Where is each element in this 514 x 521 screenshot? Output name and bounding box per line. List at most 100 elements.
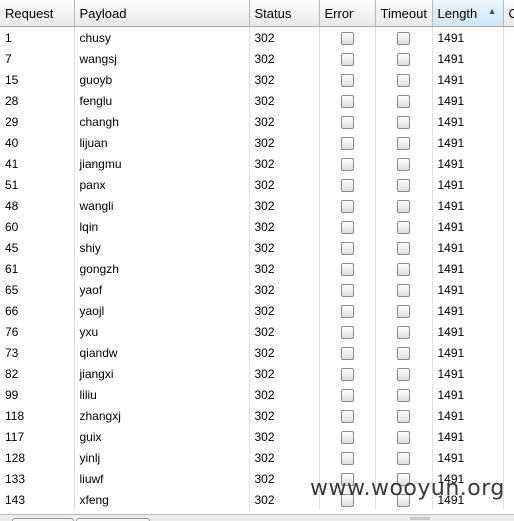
- error-checkbox[interactable]: [340, 52, 354, 66]
- timeout-checkbox[interactable]: [397, 451, 410, 465]
- timeout-checkbox[interactable]: [397, 283, 410, 297]
- length-cell: 1491: [432, 216, 504, 237]
- payload-cell: wangli: [74, 195, 250, 216]
- column-header-timeout[interactable]: Timeout: [375, 0, 433, 27]
- table-row[interactable]: 128 yinlj 302 1491: [0, 447, 514, 468]
- error-checkbox[interactable]: [340, 409, 354, 423]
- error-checkbox[interactable]: [340, 346, 354, 360]
- timeout-cell: [375, 237, 433, 258]
- timeout-checkbox[interactable]: [397, 73, 410, 87]
- timeout-checkbox[interactable]: [397, 52, 410, 66]
- timeout-checkbox[interactable]: [397, 136, 410, 150]
- timeout-checkbox[interactable]: [397, 199, 410, 213]
- error-checkbox[interactable]: [340, 220, 354, 234]
- error-checkbox[interactable]: [340, 178, 354, 192]
- timeout-checkbox[interactable]: [397, 346, 410, 360]
- comment-cell: [503, 48, 514, 69]
- status-cell: 302: [249, 258, 320, 279]
- comment-cell: [503, 216, 514, 237]
- request-cell: 143: [0, 489, 75, 510]
- timeout-checkbox[interactable]: [397, 115, 410, 129]
- table-row[interactable]: 82 jiangxi 302 1491: [0, 363, 514, 384]
- status-cell: 302: [249, 111, 320, 132]
- error-checkbox[interactable]: [340, 430, 354, 444]
- error-checkbox[interactable]: [340, 136, 354, 150]
- timeout-cell: [375, 69, 433, 90]
- table-row[interactable]: 65 yaof 302 1491: [0, 279, 514, 300]
- horizontal-scrollbar-thumb[interactable]: [410, 517, 430, 520]
- table-row[interactable]: 15 guoyb 302 1491: [0, 69, 514, 90]
- table-row[interactable]: 1 chusy 302 1491: [0, 26, 514, 48]
- table-row[interactable]: 51 panx 302 1491: [0, 174, 514, 195]
- table-row[interactable]: 99 liliu 302 1491: [0, 384, 514, 405]
- table-row[interactable]: 60 lqin 302 1491: [0, 216, 514, 237]
- error-checkbox[interactable]: [340, 94, 354, 108]
- table-row[interactable]: 29 changh 302 1491: [0, 111, 514, 132]
- timeout-checkbox[interactable]: [397, 367, 410, 381]
- error-checkbox[interactable]: [340, 283, 354, 297]
- request-cell: 7: [0, 48, 75, 69]
- error-checkbox[interactable]: [340, 304, 354, 318]
- error-checkbox[interactable]: [340, 262, 354, 276]
- payload-cell: liliu: [74, 384, 250, 405]
- error-checkbox[interactable]: [340, 241, 354, 255]
- timeout-checkbox[interactable]: [397, 409, 410, 423]
- request-cell: 61: [0, 258, 75, 279]
- length-cell: 1491: [432, 69, 504, 90]
- table-row[interactable]: 45 shiy 302 1491: [0, 237, 514, 258]
- status-cell: 302: [249, 69, 320, 90]
- column-header-comment[interactable]: C: [503, 0, 514, 27]
- timeout-checkbox[interactable]: [397, 220, 410, 234]
- error-checkbox[interactable]: [340, 388, 354, 402]
- column-header-status[interactable]: Status: [249, 0, 320, 27]
- table-row[interactable]: 76 yxu 302 1491: [0, 321, 514, 342]
- error-checkbox[interactable]: [340, 451, 354, 465]
- column-header-label: Timeout: [380, 5, 427, 21]
- payload-cell: chusy: [74, 26, 250, 48]
- table-row[interactable]: 48 wangli 302 1491: [0, 195, 514, 216]
- table-row[interactable]: 61 gongzh 302 1491: [0, 258, 514, 279]
- table-row[interactable]: 117 guix 302 1491: [0, 426, 514, 447]
- error-checkbox[interactable]: [340, 367, 354, 381]
- column-header-request[interactable]: Request: [0, 0, 75, 27]
- comment-cell: [503, 300, 514, 321]
- payload-cell: zhangxj: [74, 405, 250, 426]
- timeout-checkbox[interactable]: [397, 178, 410, 192]
- error-cell: [319, 300, 376, 321]
- table-row[interactable]: 40 lijuan 302 1491: [0, 132, 514, 153]
- column-header-payload[interactable]: Payload: [74, 0, 250, 27]
- timeout-checkbox[interactable]: [397, 325, 410, 339]
- timeout-checkbox[interactable]: [397, 157, 410, 171]
- error-checkbox[interactable]: [340, 157, 354, 171]
- timeout-checkbox[interactable]: [397, 31, 410, 45]
- timeout-checkbox[interactable]: [397, 241, 410, 255]
- column-header-error[interactable]: Error: [319, 0, 376, 27]
- timeout-checkbox[interactable]: [397, 262, 410, 276]
- error-checkbox[interactable]: [340, 325, 354, 339]
- column-header-label: Length: [437, 5, 478, 21]
- error-checkbox[interactable]: [340, 199, 354, 213]
- table-row[interactable]: 66 yaojl 302 1491: [0, 300, 514, 321]
- request-cell: 41: [0, 153, 75, 174]
- payload-cell: lijuan: [74, 132, 250, 153]
- error-checkbox[interactable]: [340, 115, 354, 129]
- timeout-checkbox[interactable]: [397, 94, 410, 108]
- table-row[interactable]: 7 wangsj 302 1491: [0, 48, 514, 69]
- payload-cell: yaof: [74, 279, 250, 300]
- error-cell: [319, 48, 376, 69]
- column-header-length[interactable]: Length ▲: [432, 0, 504, 27]
- error-checkbox[interactable]: [340, 73, 354, 87]
- payload-cell: panx: [74, 174, 250, 195]
- results-table: Request Payload Status Error Timeout Len…: [0, 0, 514, 510]
- error-checkbox[interactable]: [340, 31, 354, 45]
- length-cell: 1491: [432, 174, 504, 195]
- table-row[interactable]: 28 fenglu 302 1491: [0, 90, 514, 111]
- timeout-checkbox[interactable]: [397, 304, 410, 318]
- timeout-checkbox[interactable]: [397, 388, 410, 402]
- table-row[interactable]: 41 jiangmu 302 1491: [0, 153, 514, 174]
- intruder-results-window: Request Payload Status Error Timeout Len…: [0, 0, 514, 521]
- timeout-checkbox[interactable]: [397, 430, 410, 444]
- table-row[interactable]: 73 qiandw 302 1491: [0, 342, 514, 363]
- table-row[interactable]: 118 zhangxj 302 1491: [0, 405, 514, 426]
- timeout-cell: [375, 279, 433, 300]
